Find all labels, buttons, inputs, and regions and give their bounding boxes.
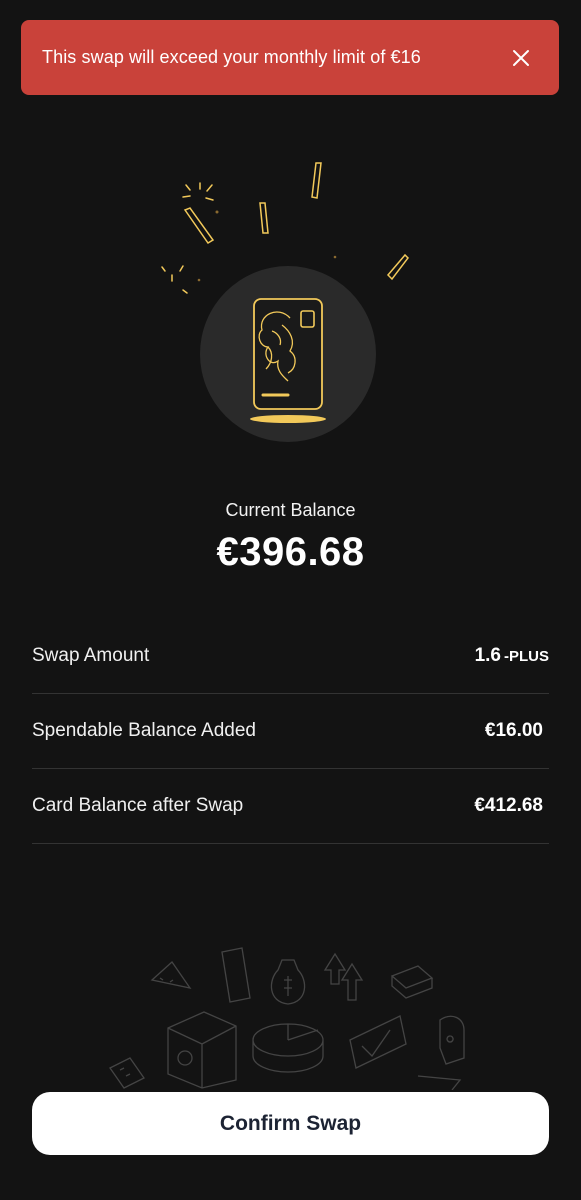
wallet-icon <box>349 1015 407 1069</box>
decorative-icons-background <box>100 940 480 1091</box>
box-icon <box>390 965 434 999</box>
close-icon[interactable] <box>503 40 539 76</box>
limit-alert-banner: This swap will exceed your monthly limit… <box>21 20 559 95</box>
summary-row-spendable-added: Spendable Balance Added €16.00 <box>32 694 549 769</box>
card-reader-icon <box>439 1015 465 1065</box>
confirm-swap-button[interactable]: Confirm Swap <box>32 1092 549 1155</box>
summary-label: Swap Amount <box>32 645 150 666</box>
card-icon <box>250 298 326 423</box>
summary-value: 1.6 -PLUS <box>475 645 549 667</box>
card-celebration-illustration <box>150 155 430 445</box>
pizza-icon <box>150 961 192 989</box>
summary-label: Card Balance after Swap <box>32 795 244 816</box>
summary-label: Spendable Balance Added <box>32 720 256 741</box>
calculator-icon <box>109 1057 145 1089</box>
alert-message: This swap will exceed your monthly limit… <box>42 47 421 67</box>
swap-amount-value: 1.6 <box>474 645 501 666</box>
swap-summary: Swap Amount 1.6 -PLUS Spendable Balance A… <box>32 619 549 844</box>
summary-value: €16.00 <box>484 720 543 741</box>
money-bag-icon <box>270 959 306 1005</box>
phone-icon <box>221 947 251 1003</box>
safe-icon <box>167 1011 237 1089</box>
currency-unit: -PLUS <box>503 648 549 665</box>
summary-value: €412.68 <box>474 795 543 816</box>
summary-row-swap-amount: Swap Amount 1.6 -PLUS <box>32 619 549 694</box>
currency-unit-label: PLUS <box>508 648 549 665</box>
current-balance-value: €396.68 <box>216 530 365 574</box>
laptop-icon <box>417 1075 462 1091</box>
summary-row-card-balance-after: Card Balance after Swap €412.68 <box>32 769 549 844</box>
current-balance-label: Current Balance <box>225 500 356 520</box>
pie-chart-icon <box>252 1023 324 1073</box>
arrows-up-icon <box>323 952 364 1001</box>
